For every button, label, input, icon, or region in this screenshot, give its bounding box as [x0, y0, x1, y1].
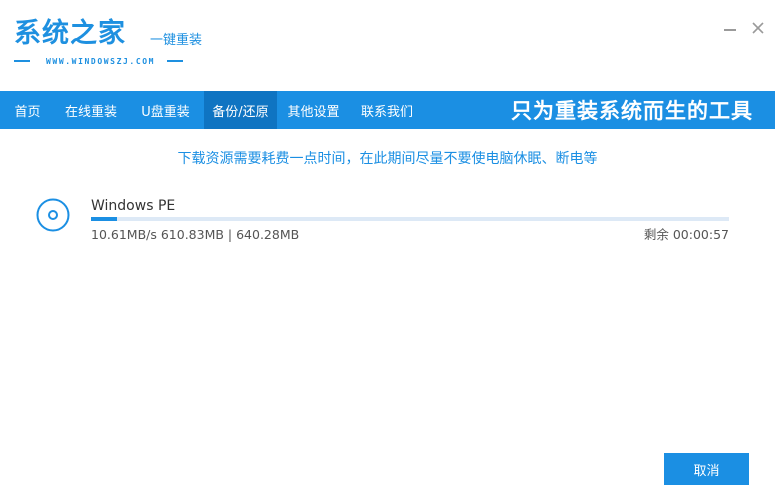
- cancel-button[interactable]: 取消: [664, 453, 749, 485]
- nav-item-usb-reinstall[interactable]: U盘重装: [127, 91, 204, 129]
- close-button[interactable]: [748, 18, 768, 38]
- logo-url-row: WWW.WINDOWSZJ.COM: [14, 55, 184, 67]
- logo-title: 系统之家: [14, 18, 126, 49]
- download-item-name: Windows PE: [91, 198, 176, 214]
- download-progress-bar: [91, 217, 729, 221]
- download-progress-fill: [91, 217, 117, 221]
- logo-dash-right: [167, 60, 184, 62]
- download-remaining-time: 剩余 00:00:57: [643, 227, 729, 242]
- minimize-button[interactable]: [720, 18, 740, 38]
- download-notice: 下载资源需要耗费一点时间，在此期间尽量不要使电脑休眠、断电等: [177, 151, 598, 167]
- download-stats: 10.61MB/s 610.83MB | 640.28MB: [91, 227, 300, 242]
- nav-slogan: 只为重装系统而生的工具: [511, 99, 753, 123]
- nav-item-contact-us[interactable]: 联系我们: [350, 91, 424, 129]
- disc-icon: [36, 198, 70, 232]
- app-header: 系统之家 一键重装 WWW.WINDOWSZJ.COM: [0, 0, 775, 91]
- nav-bar: 首页 在线重装 U盘重装 备份/还原 其他设置 联系我们 只为重装系统而生的工具: [0, 91, 775, 129]
- minimize-icon: [724, 29, 736, 31]
- logo-url: WWW.WINDOWSZJ.COM: [46, 56, 156, 66]
- nav-item-online-reinstall[interactable]: 在线重装: [55, 91, 127, 129]
- logo-slogan: 一键重装: [150, 33, 203, 48]
- nav-item-backup-restore[interactable]: 备份/还原: [204, 91, 277, 129]
- nav-item-other-settings[interactable]: 其他设置: [277, 91, 350, 129]
- nav-item-home[interactable]: 首页: [0, 91, 55, 129]
- close-icon: [752, 22, 764, 34]
- logo-dash-left: [14, 60, 30, 62]
